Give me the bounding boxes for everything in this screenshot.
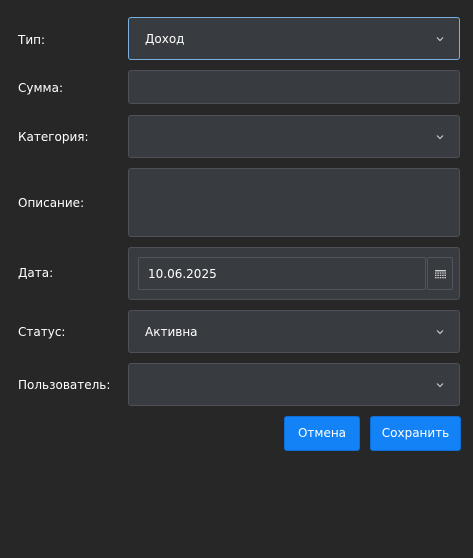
chevron-down-icon: [436, 36, 444, 41]
date-input[interactable]: 10.06.2025: [138, 257, 426, 290]
chevron-down-icon: [436, 382, 444, 387]
chevron-down-icon: [436, 329, 444, 334]
type-value: Доход: [145, 31, 185, 46]
status-combobox[interactable]: Активна: [128, 310, 460, 353]
amount-label: Сумма:: [18, 81, 63, 95]
amount-input[interactable]: [128, 70, 460, 104]
save-button[interactable]: Сохранить: [370, 416, 461, 451]
user-combobox[interactable]: [128, 363, 460, 406]
date-picker: 10.06.2025: [128, 247, 460, 300]
calendar-icon: [435, 270, 446, 279]
description-label: Описание:: [18, 196, 85, 210]
category-combobox[interactable]: [128, 115, 460, 158]
date-label: Дата:: [18, 266, 54, 280]
status-label: Статус:: [18, 325, 66, 339]
user-label: Пользователь:: [18, 378, 111, 392]
type-label: Тип:: [18, 33, 46, 47]
type-combobox[interactable]: Доход: [128, 17, 460, 60]
calendar-button[interactable]: [427, 257, 453, 290]
chevron-down-icon: [436, 134, 444, 139]
status-value: Активна: [145, 324, 198, 339]
cancel-button[interactable]: Отмена: [284, 416, 360, 451]
category-label: Категория:: [18, 130, 89, 144]
description-textarea[interactable]: [128, 168, 460, 237]
date-value: 10.06.2025: [148, 266, 217, 281]
